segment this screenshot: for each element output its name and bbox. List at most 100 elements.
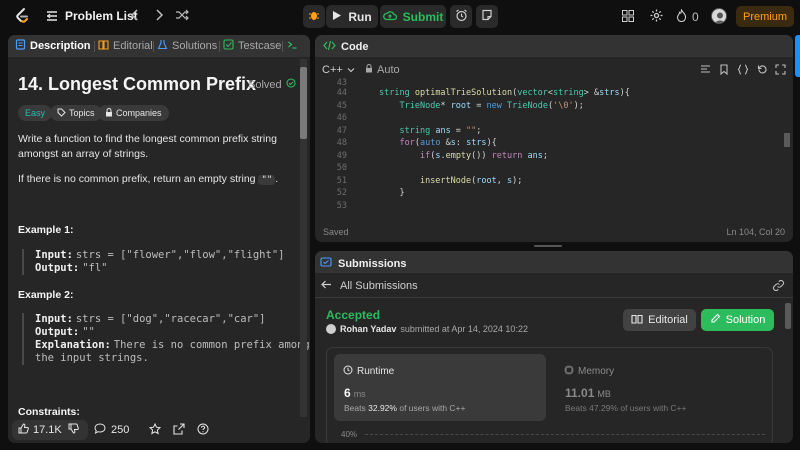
submit-label: Submit bbox=[402, 9, 444, 24]
problem-list-icon[interactable] bbox=[45, 9, 59, 23]
leetcode-logo[interactable] bbox=[13, 7, 31, 25]
like-button[interactable]: 17.1K bbox=[12, 423, 62, 437]
line-number: 50 bbox=[336, 163, 347, 173]
scrollbar-thumb[interactable] bbox=[300, 67, 307, 139]
code-line: insertNode(root, s); bbox=[419, 176, 523, 186]
submission-status: Accepted bbox=[326, 308, 381, 322]
like-count: 17.1K bbox=[33, 424, 62, 436]
chevron-left-icon[interactable] bbox=[128, 8, 142, 22]
distribution-axis-label: 40% bbox=[341, 430, 358, 439]
shuffle-icon[interactable] bbox=[175, 8, 189, 22]
editorial-button[interactable]: Editorial bbox=[623, 309, 696, 331]
premium-button[interactable]: Premium bbox=[736, 6, 794, 27]
memory-header[interactable]: Memory bbox=[564, 365, 614, 378]
line-number: 48 bbox=[336, 138, 347, 148]
memory-label: Memory bbox=[578, 366, 615, 377]
run-button[interactable]: Run bbox=[326, 5, 378, 28]
lock-icon bbox=[105, 107, 113, 119]
flask-icon bbox=[157, 39, 168, 53]
debug-button[interactable] bbox=[303, 5, 325, 28]
scrollbar-thumb[interactable] bbox=[784, 133, 790, 147]
code-editor[interactable]: 43 44 45 46 47 48 49 50 51 52 53 string … bbox=[315, 78, 793, 212]
tab-description[interactable]: Description bbox=[15, 39, 91, 53]
language-label: C++ bbox=[322, 64, 343, 76]
notes-button[interactable] bbox=[476, 5, 498, 28]
submitter-name[interactable]: Rohan Yadav bbox=[340, 324, 396, 334]
code-line: TrieNode* root = new TrieNode('\0'); bbox=[399, 101, 584, 111]
description-paragraph: Write a function to find the longest com… bbox=[18, 132, 288, 162]
star-icon[interactable] bbox=[148, 422, 162, 438]
layout-grid-icon[interactable] bbox=[621, 9, 635, 23]
terminal-icon bbox=[287, 39, 298, 53]
code-brackets-icon bbox=[323, 40, 336, 54]
alarm-clock-icon bbox=[455, 9, 468, 25]
timer-button[interactable] bbox=[450, 5, 472, 28]
arrow-left-icon bbox=[321, 280, 332, 292]
submitted-time: submitted at Apr 14, 2024 10:22 bbox=[400, 324, 528, 334]
output-value: "fl" bbox=[82, 262, 108, 274]
tab-editorial[interactable]: Editorial bbox=[98, 39, 153, 53]
solution-button[interactable]: Solution bbox=[701, 309, 774, 331]
companies-chip[interactable]: Companies bbox=[98, 105, 169, 121]
description-end: . bbox=[275, 173, 279, 185]
tag-icon bbox=[57, 108, 66, 119]
description-line: Write a function to find the longest com… bbox=[18, 133, 277, 145]
example-block: Input: strs = ["dog","racecar","car"] Ou… bbox=[22, 313, 310, 365]
explanation-value: the input strings. bbox=[35, 352, 149, 364]
braces-icon[interactable] bbox=[737, 64, 749, 78]
solved-status: Solved bbox=[248, 78, 296, 91]
auto-mode[interactable]: Auto bbox=[365, 64, 400, 76]
tab-divider bbox=[153, 41, 154, 52]
scrollbar-thumb[interactable] bbox=[785, 303, 791, 329]
chevron-right-icon[interactable] bbox=[152, 8, 166, 22]
auto-label: Auto bbox=[377, 64, 400, 76]
code-header: Code bbox=[315, 35, 793, 57]
save-status: Saved bbox=[323, 227, 349, 237]
link-icon[interactable] bbox=[772, 279, 785, 294]
line-number: 53 bbox=[336, 201, 347, 211]
line-number: 47 bbox=[336, 126, 347, 136]
bookmark-icon[interactable] bbox=[719, 64, 729, 78]
memory-value: 11.01 MB bbox=[565, 386, 611, 400]
beats-percent: 32.92% bbox=[368, 403, 397, 413]
beats-percent: 47.29% bbox=[589, 403, 618, 413]
left-tab-bar: Description Editorial Solutions Testcase bbox=[8, 35, 310, 57]
reset-icon[interactable] bbox=[757, 64, 768, 78]
panel-resize-handle[interactable] bbox=[534, 245, 562, 247]
tab-testcase[interactable]: Testcase bbox=[223, 39, 281, 53]
all-submissions-link[interactable]: All Submissions bbox=[321, 280, 418, 292]
avatar[interactable] bbox=[711, 8, 727, 24]
runtime-label: Runtime bbox=[357, 366, 395, 377]
left-footer: 17.1K 250 bbox=[8, 417, 310, 443]
fullscreen-icon[interactable] bbox=[775, 64, 786, 78]
topics-chip[interactable]: Topics bbox=[50, 105, 102, 121]
tab-test-result[interactable] bbox=[287, 39, 298, 53]
code-title-label: Code bbox=[341, 41, 369, 53]
language-select[interactable]: C++ bbox=[322, 64, 355, 76]
gear-icon[interactable] bbox=[649, 8, 664, 23]
code-line: for(auto &s: strs){ bbox=[399, 138, 497, 148]
streak-counter[interactable]: 0 bbox=[676, 8, 699, 25]
tab-divider bbox=[219, 41, 220, 52]
lock-icon bbox=[365, 64, 373, 76]
memory-number: 11.01 bbox=[565, 386, 595, 400]
help-icon[interactable] bbox=[197, 423, 209, 438]
thumbs-down-icon[interactable] bbox=[68, 423, 79, 437]
problem-list-label[interactable]: Problem List bbox=[65, 9, 138, 23]
beats-prefix: Beats bbox=[565, 403, 587, 413]
all-submissions-label: All Submissions bbox=[340, 280, 418, 292]
explanation-value: There is no common prefix among bbox=[113, 339, 310, 351]
submit-button[interactable]: Submit bbox=[380, 5, 446, 28]
book-icon bbox=[631, 314, 643, 327]
side-handle[interactable] bbox=[795, 35, 800, 77]
line-number: 49 bbox=[336, 151, 347, 161]
tab-divider bbox=[282, 41, 283, 52]
solution-label: Solution bbox=[725, 314, 766, 326]
share-icon[interactable] bbox=[173, 423, 185, 438]
format-icon[interactable] bbox=[700, 64, 711, 78]
checkbox-icon bbox=[223, 39, 234, 53]
comments-button[interactable]: 250 bbox=[94, 423, 129, 437]
tab-solutions[interactable]: Solutions bbox=[157, 39, 217, 53]
comment-count: 250 bbox=[111, 424, 130, 436]
beats-prefix: Beats bbox=[344, 403, 366, 413]
